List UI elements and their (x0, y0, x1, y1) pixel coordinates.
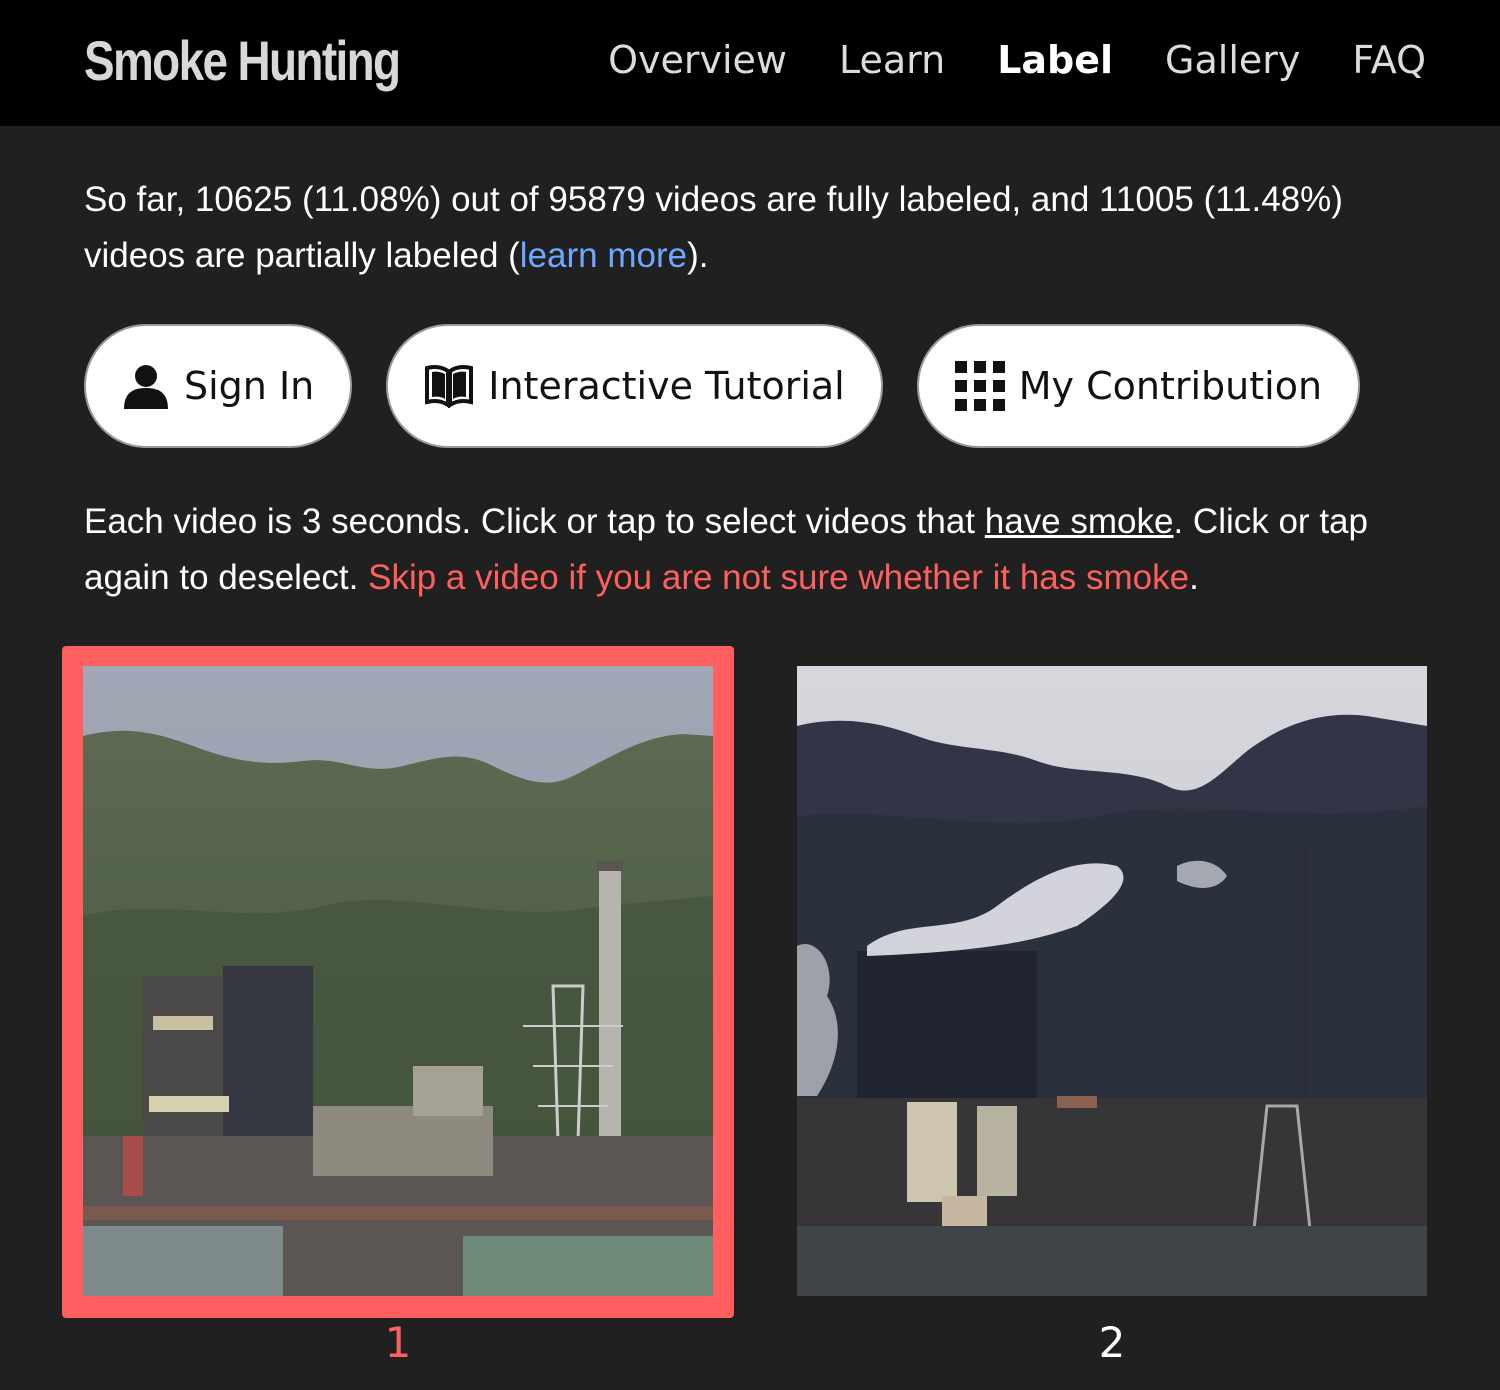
book-icon (424, 364, 474, 408)
sign-in-label: Sign In (184, 364, 315, 408)
sign-in-button[interactable]: Sign In (84, 324, 353, 448)
instructions-text-end: . (1189, 558, 1199, 597)
video-thumbnail-2 (797, 666, 1427, 1298)
labeling-stats: So far, 10625 (11.08%) out of 95879 vide… (84, 172, 1424, 284)
have-smoke-link[interactable]: have smoke (985, 502, 1174, 541)
nav-overview[interactable]: Overview (608, 38, 787, 82)
video-thumbnail-1 (83, 666, 713, 1296)
interactive-tutorial-button[interactable]: Interactive Tutorial (386, 324, 883, 448)
video-number-1: 1 (384, 1318, 412, 1367)
instructions-text: Each video is 3 seconds. Click or tap to… (84, 502, 985, 541)
my-contribution-button[interactable]: My Contribution (916, 324, 1361, 448)
labeling-instructions: Each video is 3 seconds. Click or tap to… (84, 494, 1424, 606)
top-navbar: Smoke Hunting Overview Learn Label Galle… (0, 0, 1500, 126)
stats-text-end: ). (687, 236, 709, 275)
stats-text: So far, 10625 (11.08%) out of 95879 vide… (84, 180, 1343, 275)
grid-icon (954, 361, 1005, 411)
tutorial-label: Interactive Tutorial (488, 364, 845, 408)
learn-more-link[interactable]: learn more (520, 236, 687, 275)
nav-learn[interactable]: Learn (839, 38, 945, 82)
user-icon (122, 362, 170, 410)
nav-gallery[interactable]: Gallery (1165, 38, 1300, 82)
contribution-label: My Contribution (1018, 364, 1323, 408)
video-number-2: 2 (1098, 1318, 1126, 1367)
video-tile-1[interactable] (62, 646, 734, 1318)
action-buttons: Sign In Interactive Tutorial My Contribu… (84, 324, 1361, 448)
nav-faq[interactable]: FAQ (1352, 38, 1426, 82)
main-nav: Overview Learn Label Gallery FAQ (608, 38, 1426, 82)
site-brand[interactable]: Smoke Hunting (84, 28, 401, 93)
nav-label[interactable]: Label (997, 38, 1113, 82)
video-tile-2[interactable] (797, 666, 1427, 1298)
skip-warning: Skip a video if you are not sure whether… (368, 558, 1190, 597)
